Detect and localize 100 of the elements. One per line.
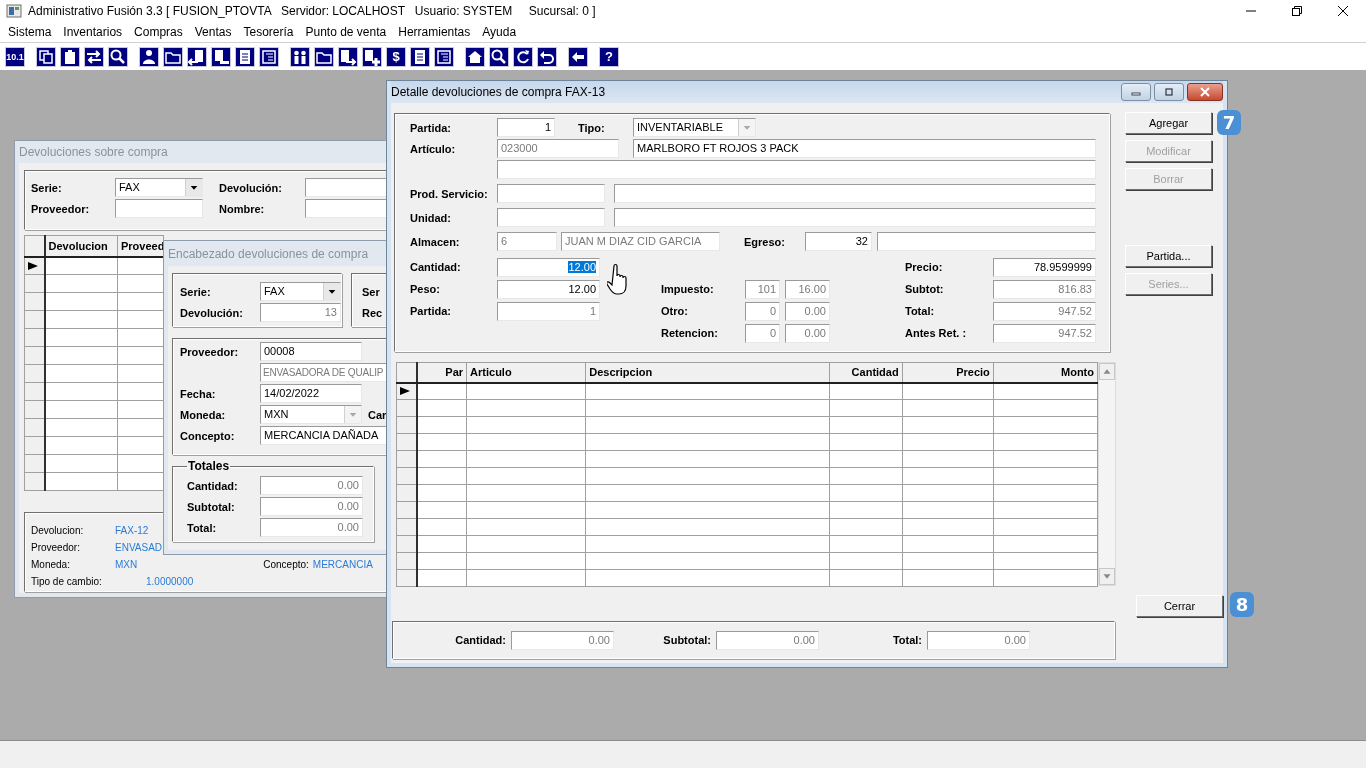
input-field[interactable]: 6 — [497, 232, 557, 251]
input-field[interactable] — [497, 208, 605, 227]
data-grid[interactable]: Par Articulo Descripcion Cantidad Precio Monto — [396, 362, 1098, 587]
search-icon[interactable] — [108, 46, 128, 67]
column-header[interactable]: Monto — [993, 362, 1098, 383]
scrollbar[interactable] — [1098, 362, 1116, 586]
input-field[interactable] — [115, 199, 203, 218]
input-field[interactable] — [614, 208, 1096, 227]
info-label: Proveedor: — [31, 542, 81, 553]
home-icon[interactable] — [465, 46, 485, 67]
input-field[interactable] — [877, 232, 1096, 251]
column-header[interactable]: Cantidad — [829, 362, 903, 383]
input-field[interactable]: 947.52 — [993, 323, 1096, 343]
document-icon[interactable] — [410, 46, 430, 67]
input-field[interactable]: 0 — [745, 323, 780, 343]
input-field[interactable]: 16.00 — [785, 279, 830, 299]
document-plus-icon[interactable] — [362, 46, 382, 67]
close-icon[interactable] — [1337, 5, 1349, 17]
toolbar-button[interactable]: ? — [599, 46, 619, 67]
swap-arrows-icon[interactable] — [84, 46, 104, 67]
input-field[interactable]: 0.00 — [260, 518, 363, 537]
field-label: Otro: — [661, 305, 689, 317]
caret-icon[interactable] — [185, 179, 202, 196]
input-field[interactable]: 101 — [745, 279, 780, 299]
input-field[interactable]: 0.00 — [785, 301, 830, 321]
field-label: Tipo: — [578, 121, 606, 134]
field-label: Serie: — [180, 285, 212, 298]
input-field[interactable]: 0.00 — [260, 497, 363, 516]
field-label: Ser — [362, 285, 380, 298]
column-header[interactable]: Descripcion — [585, 362, 830, 383]
menu-item[interactable]: Tesorería — [237, 25, 300, 39]
menu-item[interactable]: Compras — [128, 25, 189, 39]
field-label: Concepto: — [180, 429, 236, 442]
folder-icon[interactable] — [163, 46, 183, 67]
info-value: MXN — [115, 559, 138, 570]
input-field[interactable]: 0.00 — [785, 323, 830, 343]
input-field[interactable]: 13 — [260, 303, 341, 322]
input-field[interactable]: 14/02/2022 — [260, 384, 362, 403]
input-field[interactable]: 0.00 — [260, 476, 363, 495]
input-field[interactable]: 0.00 — [927, 630, 1030, 650]
document-icon[interactable] — [235, 46, 255, 67]
input-field[interactable]: JUAN M DIAZ CID GARCIA — [561, 232, 720, 251]
menu-item[interactable]: Ventas — [188, 25, 238, 39]
field-label: Subtotal: — [662, 634, 711, 646]
column-header[interactable]: Devolucion — [44, 235, 118, 257]
toolbar-button[interactable]: $ — [386, 46, 406, 67]
restore-icon[interactable] — [1291, 5, 1303, 17]
input-field[interactable]: 00008 — [260, 342, 362, 361]
menu-item[interactable]: Inventarios — [57, 25, 129, 39]
window-title: Detalle devoluciones de compra FAX-13 — [391, 85, 606, 99]
document-minus-icon[interactable] — [211, 46, 231, 67]
menu-item[interactable]: Ayuda — [476, 25, 523, 39]
menu-item[interactable]: Punto de venta — [299, 25, 393, 39]
field-label: Serie: — [31, 181, 63, 194]
list-icon[interactable] — [259, 46, 279, 67]
undo-icon[interactable] — [537, 46, 557, 67]
action-button[interactable]: Agregar — [1125, 112, 1212, 134]
action-button[interactable]: Partida... — [1125, 245, 1212, 267]
dropdown[interactable]: FAX — [115, 178, 203, 197]
folder-icon[interactable] — [314, 46, 334, 67]
clipboard-icon[interactable] — [60, 46, 80, 67]
rotate-icon[interactable] — [513, 46, 533, 67]
menu-item[interactable]: Sistema — [2, 25, 58, 39]
input-field[interactable] — [497, 184, 605, 203]
input-field[interactable]: 0.00 — [511, 630, 614, 650]
input-field[interactable]: 78.9599999 — [993, 257, 1096, 277]
input-field[interactable] — [497, 160, 1096, 179]
people-icon[interactable] — [290, 46, 310, 67]
list-icon[interactable] — [434, 46, 454, 67]
input-field[interactable]: 12.00 — [497, 257, 600, 277]
column-header[interactable]: Precio — [902, 362, 994, 383]
input-field[interactable]: 32 — [805, 232, 872, 251]
input-field[interactable]: MARLBORO FT ROJOS 3 PACK — [633, 139, 1096, 158]
info-value: ENVASAD — [115, 542, 163, 553]
field-label: Unidad: — [410, 211, 452, 224]
info-value: FAX-12 — [115, 525, 149, 536]
person-icon[interactable] — [139, 46, 159, 67]
column-header[interactable]: Articulo — [466, 362, 586, 383]
input-field[interactable]: 1 — [497, 301, 600, 321]
step-badge: 8 — [1230, 592, 1254, 617]
column-header[interactable]: Par — [416, 362, 467, 383]
search-icon[interactable] — [489, 46, 509, 67]
input-field[interactable]: 1 — [497, 118, 555, 137]
field-label: Peso: — [410, 283, 441, 295]
restore-icon[interactable] — [1163, 87, 1175, 97]
input-field[interactable]: 0.00 — [716, 630, 819, 650]
toolbar-button[interactable]: 10.1 — [5, 46, 25, 67]
close-button[interactable]: Cerrar — [1136, 595, 1223, 617]
input-field[interactable]: 0 — [745, 301, 780, 321]
info-value: MERCANCIA — [312, 559, 373, 570]
input-field[interactable]: 947.52 — [993, 301, 1096, 321]
input-field[interactable]: 023000 — [497, 139, 619, 158]
window-title: Devoluciones sobre compra — [19, 145, 168, 159]
input-field[interactable]: 816.83 — [993, 279, 1096, 299]
caret-icon[interactable] — [323, 283, 340, 300]
dropdown[interactable]: FAX — [260, 282, 341, 301]
input-field[interactable] — [614, 184, 1096, 203]
menu-item[interactable]: Herramientas — [392, 25, 477, 39]
copy-icon[interactable] — [36, 46, 56, 67]
input-field[interactable]: 12.00 — [497, 279, 600, 299]
